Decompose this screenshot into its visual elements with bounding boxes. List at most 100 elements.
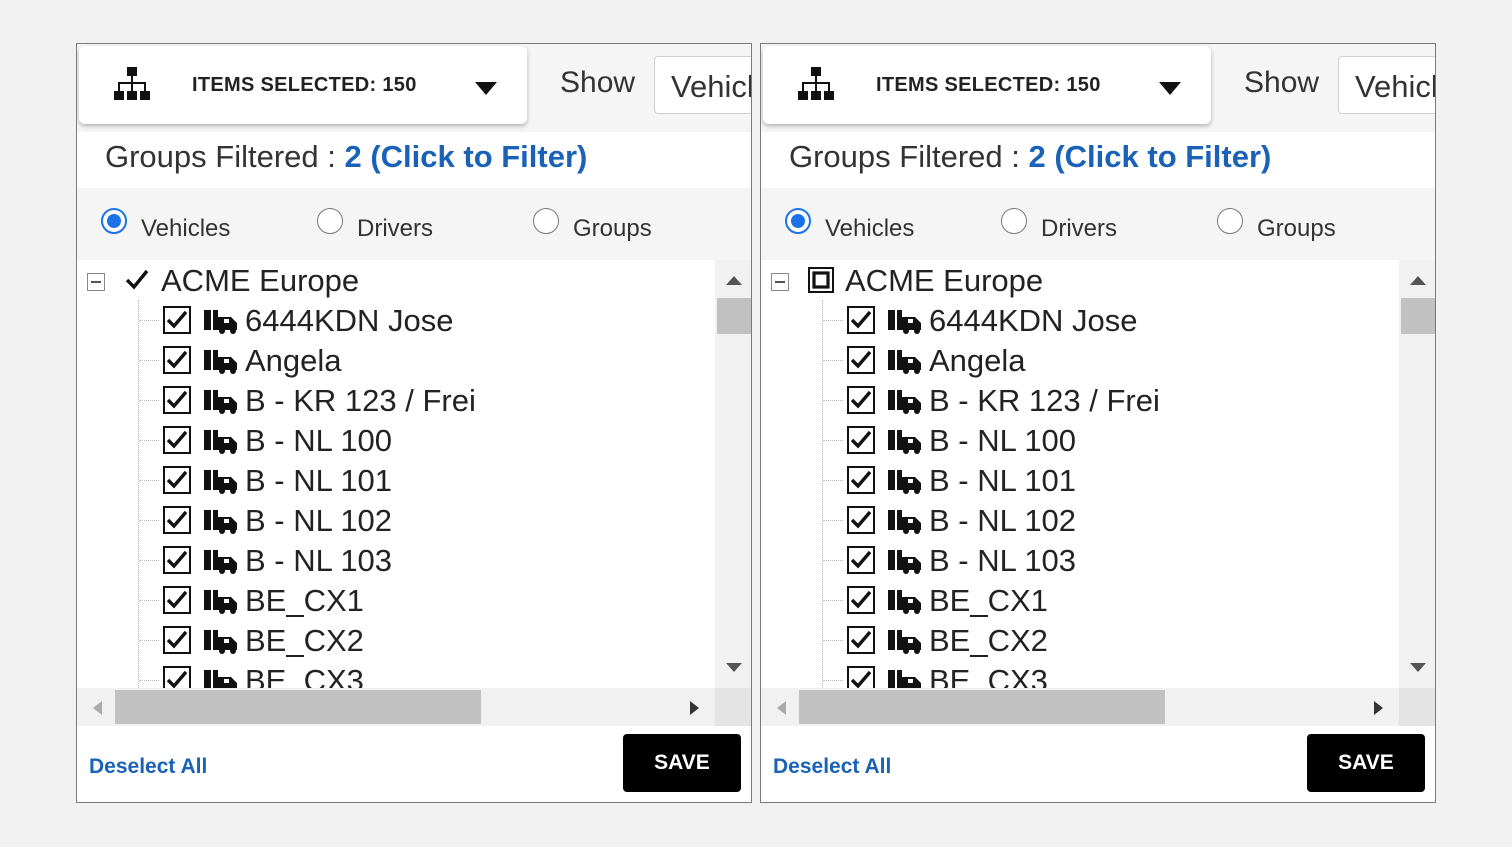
checkbox-checked-icon[interactable] <box>847 546 875 574</box>
tree-item[interactable]: Angela <box>77 340 715 380</box>
scroll-right-icon[interactable] <box>689 700 701 716</box>
tree-item[interactable]: B - NL 101 <box>77 460 715 500</box>
radio-circle[interactable] <box>1001 208 1027 234</box>
tree-item[interactable]: BE_CX3 <box>761 660 1399 688</box>
tree-item[interactable]: Angela <box>761 340 1399 380</box>
tree-item[interactable]: B - NL 100 <box>761 420 1399 460</box>
save-button[interactable]: SAVE <box>623 734 741 792</box>
checkbox-checked-icon[interactable] <box>163 626 191 654</box>
checkbox-checked-icon[interactable] <box>163 666 191 688</box>
radio-label: Drivers <box>1041 215 1117 242</box>
vertical-scrollbar[interactable] <box>715 260 751 688</box>
checkbox-checked-icon[interactable] <box>163 546 191 574</box>
checkbox-checked-icon[interactable] <box>847 346 875 374</box>
collapse-icon[interactable] <box>87 273 105 291</box>
tree-item[interactable]: BE_CX2 <box>77 620 715 660</box>
checkbox-checked-icon[interactable] <box>163 506 191 534</box>
groups-filter-link[interactable]: 2 (Click to Filter) <box>344 139 587 174</box>
truck-icon <box>204 470 237 494</box>
checkbox-checked-icon[interactable] <box>847 426 875 454</box>
checkbox-checked-icon[interactable] <box>847 306 875 334</box>
horizontal-scroll-thumb[interactable] <box>115 690 481 724</box>
tree-item[interactable]: B - NL 102 <box>77 500 715 540</box>
vertical-scrollbar[interactable] <box>1399 260 1435 688</box>
checkbox-checked-icon[interactable] <box>847 586 875 614</box>
tree-item-label: BE_CX1 <box>245 583 364 618</box>
tree-item[interactable]: BE_CX1 <box>761 580 1399 620</box>
tree-item[interactable]: BE_CX3 <box>77 660 715 688</box>
deselect-all-link[interactable]: Deselect All <box>773 755 891 779</box>
collapse-icon[interactable] <box>771 273 789 291</box>
truck-icon <box>204 590 237 614</box>
tree-item[interactable]: BE_CX1 <box>77 580 715 620</box>
truck-icon <box>204 430 237 454</box>
tree-item[interactable]: B - NL 102 <box>761 500 1399 540</box>
radio-circle[interactable] <box>533 208 559 234</box>
org-hierarchy-icon <box>798 67 834 100</box>
caret-down-icon[interactable] <box>1158 80 1182 96</box>
vehicle-selector-panel-left: ITEMS SELECTED: 150 Show Vehicl Groups F… <box>76 43 752 803</box>
show-select[interactable]: Vehicl <box>654 56 751 114</box>
truck-icon <box>888 350 921 374</box>
checkbox-checked-icon[interactable] <box>163 346 191 374</box>
show-select[interactable]: Vehicl <box>1338 56 1436 114</box>
scroll-right-icon[interactable] <box>1373 700 1385 716</box>
tree-item[interactable]: BE_CX2 <box>761 620 1399 660</box>
checkbox-checked-icon[interactable] <box>163 306 191 334</box>
tree-item[interactable]: B - NL 101 <box>761 460 1399 500</box>
truck-icon <box>888 310 921 334</box>
checkbox-checked-icon[interactable] <box>847 386 875 414</box>
checkbox-checked-icon[interactable] <box>847 466 875 494</box>
truck-icon <box>204 310 237 334</box>
tree-item-label: 6444KDN Jose <box>929 303 1138 338</box>
radio-circle[interactable] <box>317 208 343 234</box>
checkbox-checked-icon[interactable] <box>163 426 191 454</box>
tree-item[interactable]: B - NL 103 <box>761 540 1399 580</box>
tree-item[interactable]: 6444KDN Jose <box>761 300 1399 340</box>
tree-item[interactable]: 6444KDN Jose <box>77 300 715 340</box>
scroll-left-icon[interactable] <box>91 700 103 716</box>
items-selected-dropdown[interactable]: ITEMS SELECTED: 150 <box>79 46 527 124</box>
truck-icon <box>888 470 921 494</box>
vertical-scroll-thumb[interactable] <box>1401 298 1435 334</box>
entity-type-radio-group: Vehicles Drivers Groups <box>761 188 1435 260</box>
vehicle-selector-panel-right: ITEMS SELECTED: 150 Show Vehicl Groups F… <box>760 43 1436 803</box>
checkbox-partial-icon[interactable] <box>807 266 835 294</box>
scroll-down-icon[interactable] <box>725 662 743 674</box>
horizontal-scrollbar[interactable] <box>77 688 715 726</box>
tree-item-label: BE_CX3 <box>929 663 1048 688</box>
tree-item[interactable]: B - NL 100 <box>77 420 715 460</box>
save-button[interactable]: SAVE <box>1307 734 1425 792</box>
horizontal-scrollbar[interactable] <box>761 688 1399 726</box>
scroll-down-icon[interactable] <box>1409 662 1427 674</box>
checkbox-checked-icon[interactable] <box>847 506 875 534</box>
scroll-left-icon[interactable] <box>775 700 787 716</box>
groups-filter-link[interactable]: 2 (Click to Filter) <box>1028 139 1271 174</box>
checkbox-checked-icon[interactable] <box>123 266 151 294</box>
vertical-scroll-thumb[interactable] <box>717 298 751 334</box>
truck-icon <box>888 390 921 414</box>
tree-item[interactable]: B - KR 123 / Frei <box>761 380 1399 420</box>
radio-circle[interactable] <box>1217 208 1243 234</box>
radio-circle[interactable] <box>785 208 811 234</box>
tree-item-label: B - NL 103 <box>245 543 393 578</box>
deselect-all-link[interactable]: Deselect All <box>89 755 207 779</box>
checkbox-checked-icon[interactable] <box>163 386 191 414</box>
checkbox-checked-icon[interactable] <box>847 666 875 688</box>
truck-icon <box>888 630 921 654</box>
radio-circle[interactable] <box>101 208 127 234</box>
truck-icon <box>888 510 921 534</box>
caret-down-icon[interactable] <box>474 80 498 96</box>
horizontal-scroll-thumb[interactable] <box>799 690 1165 724</box>
show-select-value: Vehicl <box>1355 69 1436 104</box>
checkbox-checked-icon[interactable] <box>163 466 191 494</box>
truck-icon <box>204 510 237 534</box>
scroll-up-icon[interactable] <box>1409 274 1427 286</box>
checkbox-checked-icon[interactable] <box>163 586 191 614</box>
checkbox-checked-icon[interactable] <box>847 626 875 654</box>
tree-item[interactable]: B - KR 123 / Frei <box>77 380 715 420</box>
groups-filtered-bar: Groups Filtered : 2 (Click to Filter) <box>77 132 751 189</box>
tree-item[interactable]: B - NL 103 <box>77 540 715 580</box>
scroll-up-icon[interactable] <box>725 274 743 286</box>
items-selected-dropdown[interactable]: ITEMS SELECTED: 150 <box>763 46 1211 124</box>
